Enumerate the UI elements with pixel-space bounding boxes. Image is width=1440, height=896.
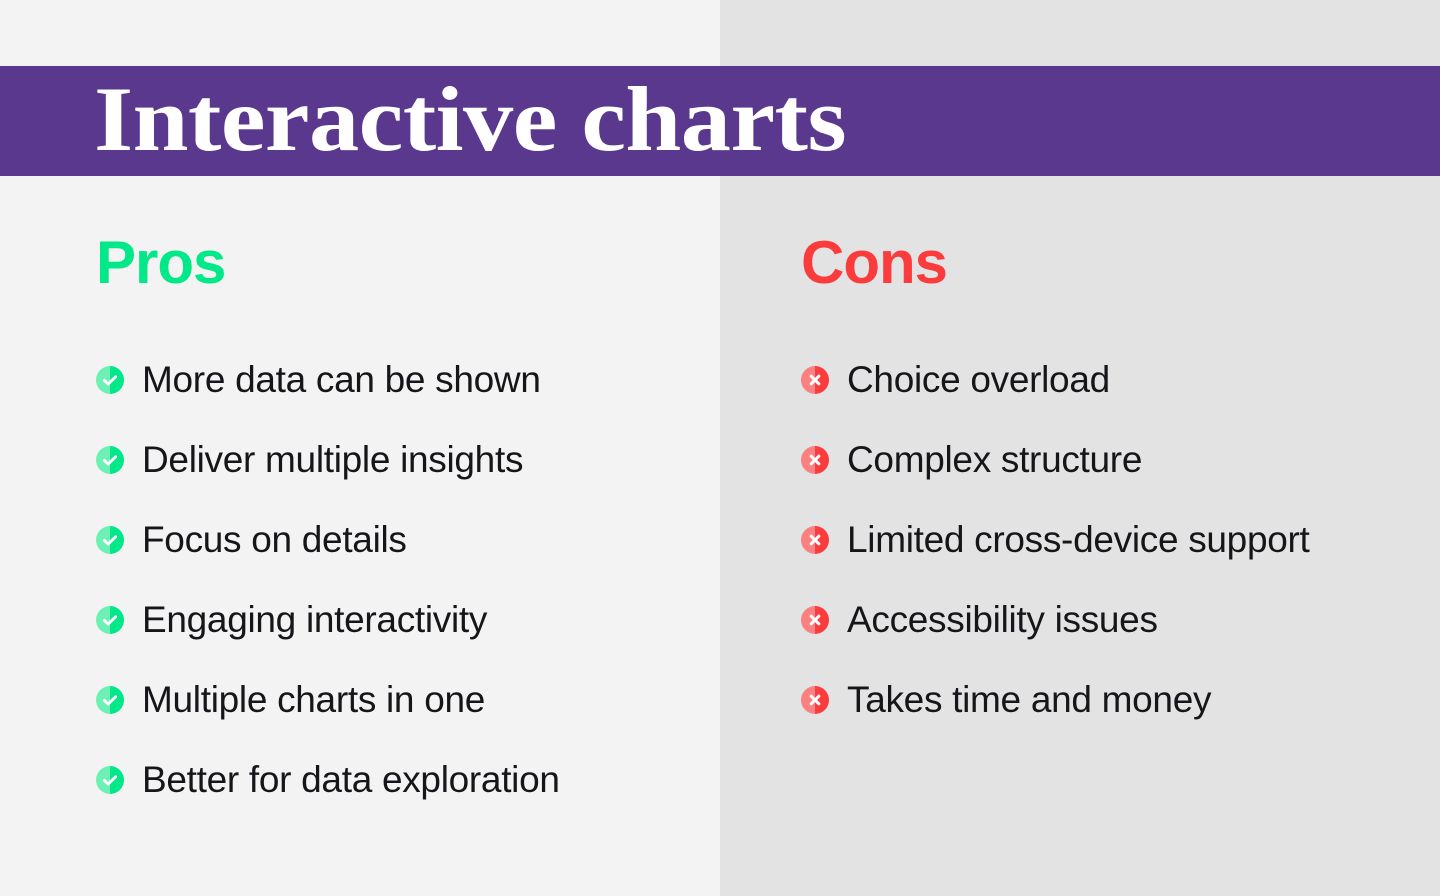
list-item: More data can be shown bbox=[96, 340, 720, 420]
cross-circle-icon bbox=[801, 446, 829, 474]
list-item-label: More data can be shown bbox=[142, 358, 541, 400]
check-circle-icon bbox=[96, 606, 124, 634]
cons-column: Cons Choice overload Complex structure Lim… bbox=[720, 176, 1440, 896]
comparison-columns: Pros More data can be shown Deliver multi… bbox=[0, 176, 1440, 896]
list-item-label: Complex structure bbox=[847, 438, 1143, 480]
list-item: Engaging interactivity bbox=[96, 580, 720, 660]
pros-heading: Pros bbox=[96, 229, 226, 296]
check-circle-icon bbox=[96, 526, 124, 554]
cross-circle-icon bbox=[801, 606, 829, 634]
list-item-label: Multiple charts in one bbox=[142, 678, 486, 720]
list-item: Accessibility issues bbox=[801, 580, 1440, 660]
list-item-label: Engaging interactivity bbox=[142, 598, 488, 640]
check-circle-icon bbox=[96, 366, 124, 394]
check-circle-icon bbox=[96, 686, 124, 714]
list-item-label: Accessibility issues bbox=[847, 598, 1158, 640]
list-item: Deliver multiple insights bbox=[96, 420, 720, 500]
page-title: Interactive charts bbox=[94, 68, 847, 171]
list-item: Choice overload bbox=[801, 340, 1440, 420]
list-item: Multiple charts in one bbox=[96, 660, 720, 740]
list-item: Complex structure bbox=[801, 420, 1440, 500]
list-item-label: Limited cross-device support bbox=[847, 518, 1310, 560]
list-item-label: Better for data exploration bbox=[142, 758, 560, 800]
pros-cons-infographic: Interactive charts Pros More data can be… bbox=[0, 0, 1440, 896]
title-banner: Interactive charts bbox=[0, 66, 1440, 176]
cons-list: Choice overload Complex structure Limited … bbox=[801, 340, 1440, 740]
check-circle-icon bbox=[96, 446, 124, 474]
pros-column: Pros More data can be shown Deliver multi… bbox=[0, 176, 720, 896]
list-item: Better for data exploration bbox=[96, 740, 720, 820]
list-item: Limited cross-device support bbox=[801, 500, 1440, 580]
check-circle-icon bbox=[96, 766, 124, 794]
list-item: Focus on details bbox=[96, 500, 720, 580]
list-item-label: Choice overload bbox=[847, 358, 1110, 400]
list-item-label: Focus on details bbox=[142, 518, 407, 560]
list-item-label: Takes time and money bbox=[847, 678, 1212, 720]
cons-heading: Cons bbox=[801, 229, 948, 296]
list-item-label: Deliver multiple insights bbox=[142, 438, 524, 480]
pros-list: More data can be shown Deliver multiple i… bbox=[96, 340, 720, 820]
list-item: Takes time and money bbox=[801, 660, 1440, 740]
cross-circle-icon bbox=[801, 526, 829, 554]
cross-circle-icon bbox=[801, 366, 829, 394]
cross-circle-icon bbox=[801, 686, 829, 714]
